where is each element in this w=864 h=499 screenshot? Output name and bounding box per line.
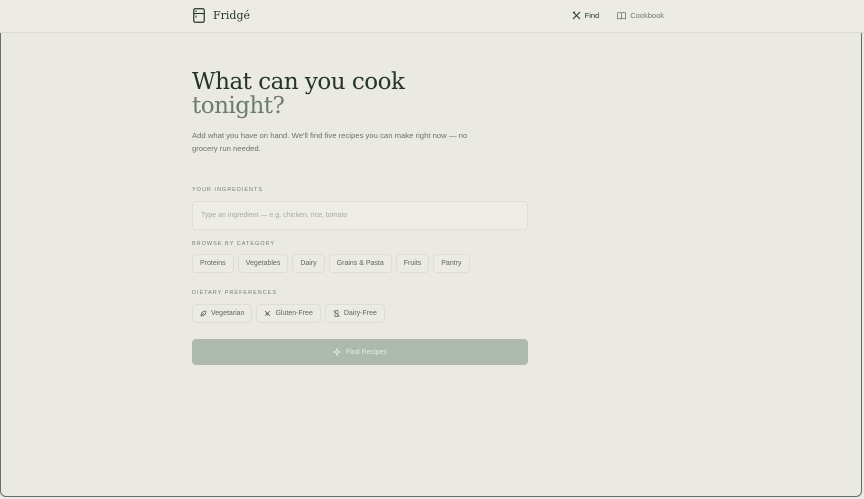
find-recipes-button[interactable]: Find Recipes (192, 339, 528, 365)
ingredients-label: YOUR INGREDIENTS (192, 187, 264, 193)
wheat-off-icon (264, 310, 271, 317)
top-nav-bar: Fridgé Find Cookbook (0, 0, 864, 33)
dietary-chips: Vegetarian Gluten-Free Dairy-Free (192, 304, 385, 323)
nav-find[interactable]: Find (572, 11, 600, 20)
category-dairy[interactable]: Dairy (292, 254, 325, 273)
milk-off-icon (333, 310, 340, 317)
category-grains-pasta[interactable]: Grains & Pasta (328, 254, 392, 273)
leaf-icon (200, 310, 207, 317)
diet-dairy-free[interactable]: Dairy-Free (324, 304, 385, 323)
diet-gluten-free-label: Gluten-Free (275, 310, 313, 317)
ingredient-input[interactable]: Type an ingredient — e.g. chicken, rice,… (192, 201, 528, 230)
brand[interactable]: Fridgé (193, 8, 250, 23)
utensils-icon (572, 11, 581, 20)
category-label: BROWSE BY CATEGORY (192, 241, 276, 247)
category-proteins[interactable]: Proteins (192, 254, 234, 273)
diet-gluten-free[interactable]: Gluten-Free (256, 304, 321, 323)
category-pantry[interactable]: Pantry (433, 254, 470, 273)
book-icon (617, 11, 627, 20)
diet-vegetarian-label: Vegetarian (211, 310, 245, 317)
title-line-1: What can you cook (192, 69, 405, 95)
nav-cookbook[interactable]: Cookbook (617, 11, 664, 20)
category-fruits[interactable]: Fruits (395, 254, 430, 273)
sparkle-icon (333, 348, 342, 356)
brand-name: Fridgé (213, 9, 251, 22)
main-nav: Find Cookbook (572, 11, 664, 20)
intro-text: Add what you have on hand. We'll find fi… (192, 131, 468, 153)
hero-heading: What can you cook tonight? (192, 70, 532, 118)
diet-dairy-free-label: Dairy-Free (343, 310, 377, 317)
fridge-icon (193, 8, 205, 23)
category-chips: Proteins Vegetables Dairy Grains & Pasta… (192, 254, 470, 273)
diet-vegetarian[interactable]: Vegetarian (192, 304, 253, 323)
find-recipes-label: Find Recipes (346, 348, 387, 356)
nav-find-label: Find (584, 11, 600, 20)
title-line-2: tonight? (192, 93, 285, 119)
dietary-label: DIETARY PREFERENCES (192, 290, 278, 296)
page-title: What can you cook tonight? (192, 70, 532, 118)
nav-cookbook-label: Cookbook (630, 11, 664, 20)
category-vegetables[interactable]: Vegetables (237, 254, 289, 273)
